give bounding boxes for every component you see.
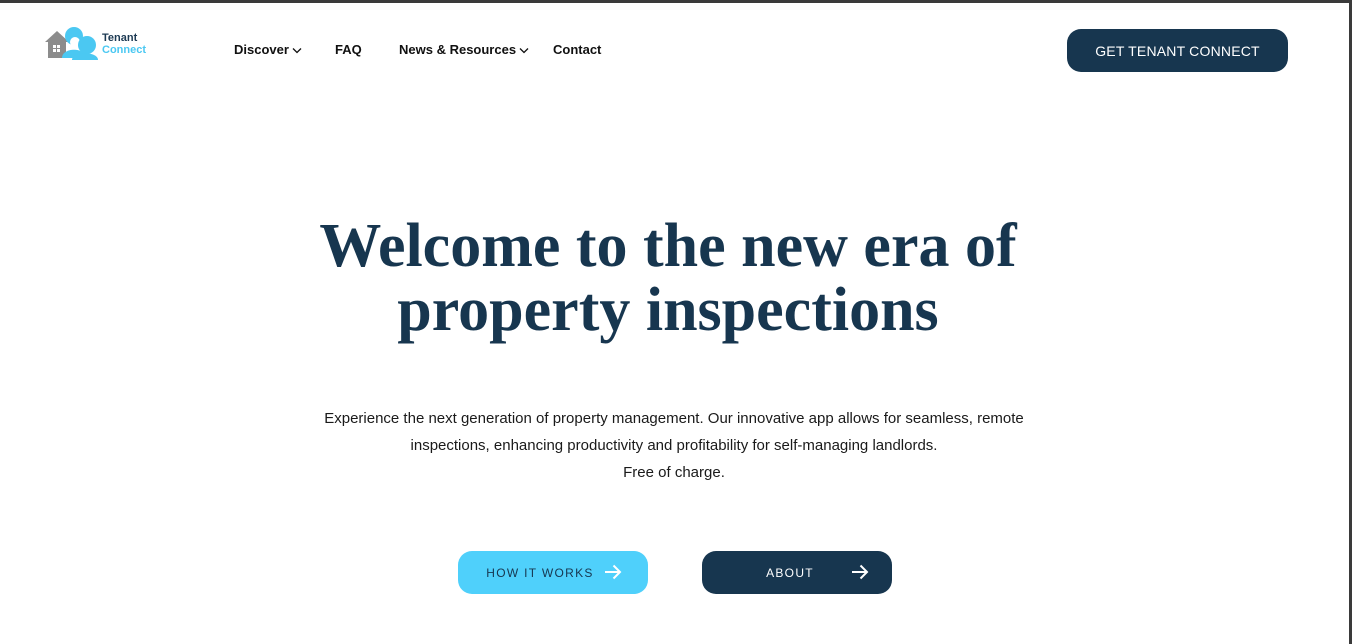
arrow-right-icon	[605, 564, 622, 580]
brand-line2: Connect	[102, 44, 146, 56]
hero-description-line2: inspections, enhancing productivity and …	[410, 437, 938, 454]
nav-item-contact[interactable]: Contact	[553, 42, 601, 57]
hero-title: Welcome to the new era of property inspe…	[0, 214, 1336, 342]
hero-description-line1: Experience the next generation of proper…	[324, 410, 1024, 427]
window-border-top	[0, 0, 1352, 3]
nav-item-news-resources[interactable]: News & Resources	[399, 42, 529, 57]
hero-description-line3: Free of charge.	[623, 464, 725, 481]
house-people-icon	[45, 27, 98, 60]
chevron-down-icon	[519, 47, 529, 53]
brand-logo[interactable]: Tenant Connect	[44, 27, 146, 61]
brand-wordmark: Tenant Connect	[102, 32, 146, 56]
chevron-down-icon	[292, 47, 302, 53]
about-button[interactable]: ABOUT	[702, 551, 892, 594]
about-label: ABOUT	[766, 565, 814, 580]
how-it-works-label: HOW IT WORKS	[486, 565, 594, 580]
nav-label: Discover	[234, 42, 289, 57]
get-tenant-connect-button[interactable]: GET TENANT CONNECT	[1067, 29, 1288, 72]
hero-title-line2: property inspections	[397, 276, 939, 344]
arrow-right-icon	[852, 564, 869, 580]
nav-item-discover[interactable]: Discover	[234, 42, 302, 57]
nav-label: News & Resources	[399, 42, 517, 57]
how-it-works-button[interactable]: HOW IT WORKS	[458, 551, 648, 594]
brand-line1: Tenant	[102, 32, 138, 44]
nav-item-faq[interactable]: FAQ	[335, 42, 362, 57]
hero-title-line1: Welcome to the new era of	[319, 212, 1017, 280]
nav-label: FAQ	[335, 42, 362, 57]
hero-description: Experience the next generation of proper…	[0, 405, 1348, 486]
nav-label: Contact	[553, 42, 602, 57]
